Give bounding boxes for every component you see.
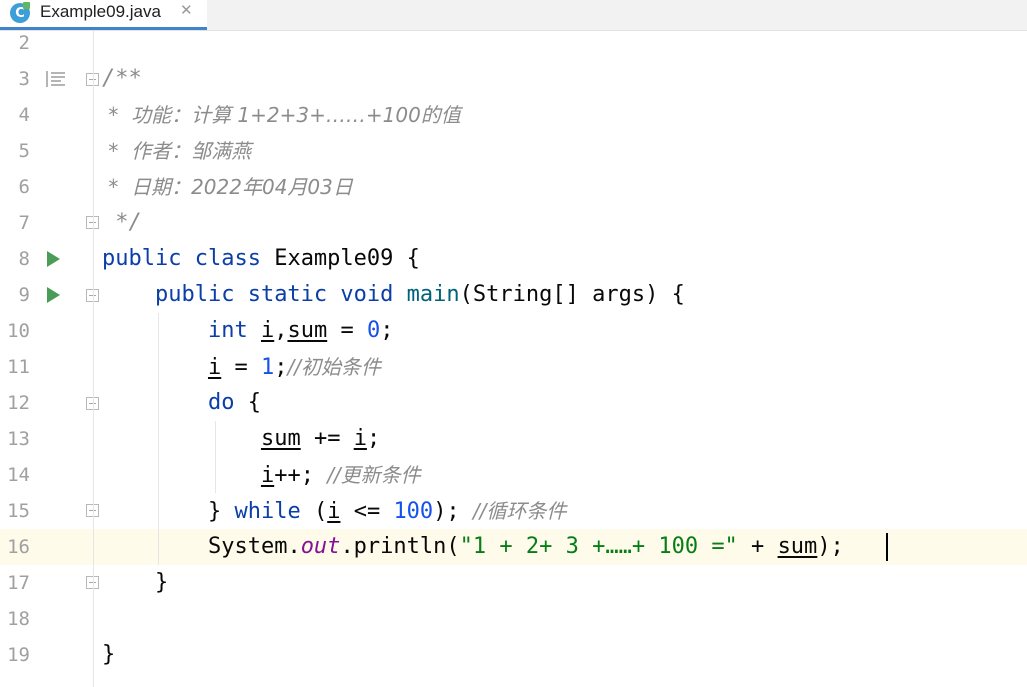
code-line: 13 sum += i; xyxy=(0,421,1027,457)
code-line: 15 } while (i <= 100); //循环条件 xyxy=(0,493,1027,529)
code-line: 10 int i,sum = 0; xyxy=(0,313,1027,349)
close-tab-icon[interactable]: ✕ xyxy=(180,1,193,19)
code-line: 2 xyxy=(0,25,1027,61)
line-number: 2 xyxy=(18,32,30,54)
code-text: i = 1;//初始条件 xyxy=(207,355,381,380)
line-number: 15 xyxy=(7,500,30,522)
comment-text: /** xyxy=(102,66,142,91)
line-number: 8 xyxy=(18,248,30,270)
line-number: 7 xyxy=(18,212,30,234)
text-caret xyxy=(886,533,888,561)
comment-text: * 作者：邹满燕 xyxy=(102,139,252,163)
line-number: 3 xyxy=(18,68,30,90)
code-text: } xyxy=(154,570,169,595)
line-number: 13 xyxy=(7,428,30,450)
line-number: 10 xyxy=(7,320,30,342)
comment-text: * 功能：计算 1+2+3+……+100的值 xyxy=(102,103,461,127)
code-line: 12 do { xyxy=(0,385,1027,421)
code-line: 5 * 作者：邹满燕 xyxy=(0,133,1027,169)
current-code-line: 16 System.out.println("1 + 2+ 3 +……+ 100… xyxy=(0,529,1027,565)
tab-label: Example09.java xyxy=(40,2,161,21)
line-number: 6 xyxy=(18,176,30,198)
line-number: 16 xyxy=(7,536,30,558)
code-line: 18 xyxy=(0,601,1027,637)
class-run-badge-icon xyxy=(23,2,30,9)
line-number: 19 xyxy=(7,644,30,666)
line-number: 11 xyxy=(7,356,30,378)
comment-text: */ xyxy=(102,210,142,235)
code-line: 8 public class Example09 { xyxy=(0,241,1027,277)
line-number: 12 xyxy=(7,392,30,414)
code-line: 11 i = 1;//初始条件 xyxy=(0,349,1027,385)
line-number: 17 xyxy=(7,572,30,594)
code-line: 17 } xyxy=(0,565,1027,601)
code-text: do { xyxy=(207,390,261,415)
code-text: public class Example09 { xyxy=(102,246,420,271)
line-number: 5 xyxy=(18,140,30,162)
code-line: 19 } xyxy=(0,637,1027,673)
comment-text: * 日期：2022年04月03日 xyxy=(102,175,353,199)
code-text: i++; //更新条件 xyxy=(260,463,421,488)
code-line: 9 public static void main(String[] args)… xyxy=(0,277,1027,313)
line-number: 4 xyxy=(18,104,30,126)
indent-guide xyxy=(215,421,216,493)
code-text: int i,sum = 0; xyxy=(207,318,394,343)
code-line: 7 */ xyxy=(0,205,1027,241)
run-main-icon[interactable] xyxy=(47,287,60,303)
gutter-separator xyxy=(93,31,94,687)
code-text: sum += i; xyxy=(260,426,381,451)
code-line: 3 /** xyxy=(0,61,1027,97)
code-text: public static void main(String[] args) { xyxy=(154,282,685,307)
code-text: System.out.println("1 + 2+ 3 +……+ 100 ="… xyxy=(207,534,844,559)
line-number: 18 xyxy=(7,608,30,630)
code-line: 4 * 功能：计算 1+2+3+……+100的值 xyxy=(0,97,1027,133)
code-text: } while (i <= 100); //循环条件 xyxy=(207,499,567,524)
run-class-icon[interactable] xyxy=(47,251,60,267)
line-number: 9 xyxy=(18,284,30,306)
javadoc-toggle-icon[interactable] xyxy=(46,71,66,87)
indent-guide xyxy=(158,313,159,565)
code-line: 14 i++; //更新条件 xyxy=(0,457,1027,493)
code-line: 6 * 日期：2022年04月03日 xyxy=(0,169,1027,205)
code-text: } xyxy=(102,642,116,667)
line-number: 14 xyxy=(7,464,30,486)
